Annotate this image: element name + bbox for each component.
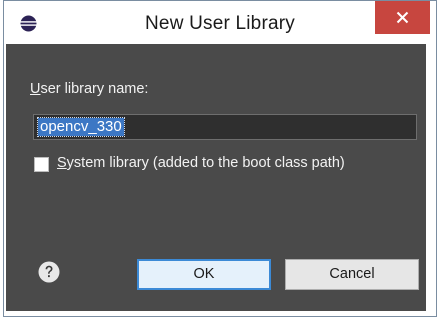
close-icon	[396, 11, 409, 24]
system-library-checkbox[interactable]	[34, 157, 49, 172]
title-bar[interactable]: New User Library	[4, 1, 436, 45]
close-button[interactable]	[375, 1, 430, 34]
eclipse-icon	[20, 15, 37, 32]
system-library-label[interactable]: System library (added to the boot class …	[57, 155, 345, 171]
cancel-button[interactable]: Cancel	[285, 259, 419, 290]
library-name-input[interactable]: opencv_330	[33, 114, 417, 140]
library-name-label-accelerator: U	[30, 81, 41, 97]
library-name-value: opencv_330	[37, 117, 125, 137]
system-library-label-text: ystem library (added to the boot class p…	[66, 155, 345, 171]
dialog-title: New User Library	[145, 13, 295, 34]
help-icon[interactable]	[38, 261, 60, 283]
library-name-label: User library name:	[30, 81, 148, 97]
library-name-label-text: ser library name:	[40, 81, 149, 97]
system-library-label-accelerator: S	[57, 155, 67, 171]
ok-button[interactable]: OK	[137, 259, 271, 290]
